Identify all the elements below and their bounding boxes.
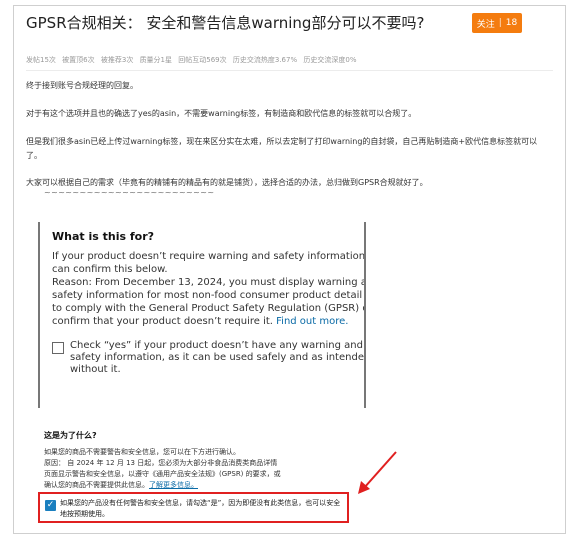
- follow-button[interactable]: 关注 | 18: [472, 13, 522, 33]
- chinese-line: 页面显示警告和安全信息，以遵守《通用产品安全法规》(GPSR) 的要求，或: [44, 470, 281, 478]
- author-stats: 发帖15次 被置顶6次 被推荐3次 质量分1星 回帖互动569次 历史交流热度3…: [26, 55, 546, 65]
- checkbox-line: Check “yes” if your product doesn’t have…: [70, 340, 363, 351]
- checkbox-line: safety information, as it can be used sa…: [70, 352, 366, 363]
- chinese-body: 如果您的商品不需要警告和安全信息，您可以在下方进行确认。 原因： 自 2024 …: [44, 447, 344, 491]
- learn-more-link[interactable]: 了解更多信息。: [149, 481, 198, 489]
- arrow-shaft: [363, 451, 397, 489]
- chinese-line: 原因： 自 2024 年 12 月 13 日起，您必须为大部分非食品消费类商品详…: [44, 459, 278, 467]
- english-heading: What is this for?: [52, 230, 155, 243]
- stat-quality: 质量分1星: [139, 56, 173, 64]
- english-checkbox-label: Check “yes” if your product doesn’t have…: [70, 340, 366, 376]
- english-line: can confirm this below.: [52, 264, 168, 275]
- header-divider: [26, 70, 553, 71]
- chinese-line-text: 确认您的商品不需要提供此信息。: [44, 481, 149, 489]
- post-paragraph-2: 对于有这个选项并且也的确选了yes的asin，不需要warning标签，有制造商…: [26, 109, 417, 118]
- english-yes-checkbox[interactable]: [52, 342, 64, 354]
- checkbox-line: without it.: [70, 364, 121, 375]
- english-line: Reason: From December 13, 2024, you must…: [52, 277, 366, 288]
- find-out-more-link[interactable]: Find out more.: [276, 316, 348, 327]
- stat-pinned: 被置顶6次: [62, 56, 95, 64]
- chinese-heading: 这是为了什么?: [44, 431, 97, 440]
- tilde-divider: ~~~~~~~~~~~~~~~~~~~~~~~~: [44, 188, 215, 197]
- post-title: GPSR合规相关： 安全和警告信息warning部分可以不要吗?: [26, 14, 425, 32]
- red-arrow-icon: [358, 451, 397, 494]
- english-line: If your product doesn’t require warning …: [52, 251, 366, 262]
- stat-posts: 发帖15次: [26, 56, 56, 64]
- english-screenshot-panel: What is this for? If your product doesn’…: [38, 222, 366, 408]
- english-body: If your product doesn’t require warning …: [52, 250, 366, 328]
- post-paragraph-1: 终于接到账号合规经理的回复。: [26, 81, 138, 90]
- follow-label: 关注: [476, 19, 495, 30]
- english-line: confirm that your product doesn’t requir…: [52, 315, 364, 328]
- follow-count: 18: [505, 18, 518, 28]
- chinese-line: 如果您的商品不需要警告和安全信息，您可以在下方进行确认。: [44, 448, 240, 456]
- follow-separator: |: [498, 18, 502, 28]
- chinese-line: 确认您的商品不需要提供此信息。了解更多信息。: [44, 480, 344, 491]
- english-line: to comply with the General Product Safet…: [52, 303, 366, 314]
- stat-replies: 回帖互动569次: [178, 56, 227, 64]
- post-paragraph-3: 但是我们很多asin已经上传过warning标签，现在来区分实在太难，所以去定制…: [26, 137, 538, 160]
- stat-heat: 历史交流热度3.67%: [232, 56, 298, 64]
- stat-recommended: 被推荐3次: [100, 56, 134, 64]
- english-line-text: confirm that your product doesn’t requir…: [52, 316, 273, 327]
- chinese-checkbox-label: 如果您的产品没有任何警告和安全信息，请勾选“是”，因为即便没有此类信息，也可以安…: [60, 499, 341, 518]
- chinese-yes-checkbox[interactable]: ✓: [45, 500, 56, 511]
- checkmark-icon: ✓: [46, 500, 55, 510]
- stat-depth: 历史交流深度0%: [303, 56, 357, 64]
- english-line: safety information for most non-food con…: [52, 290, 366, 301]
